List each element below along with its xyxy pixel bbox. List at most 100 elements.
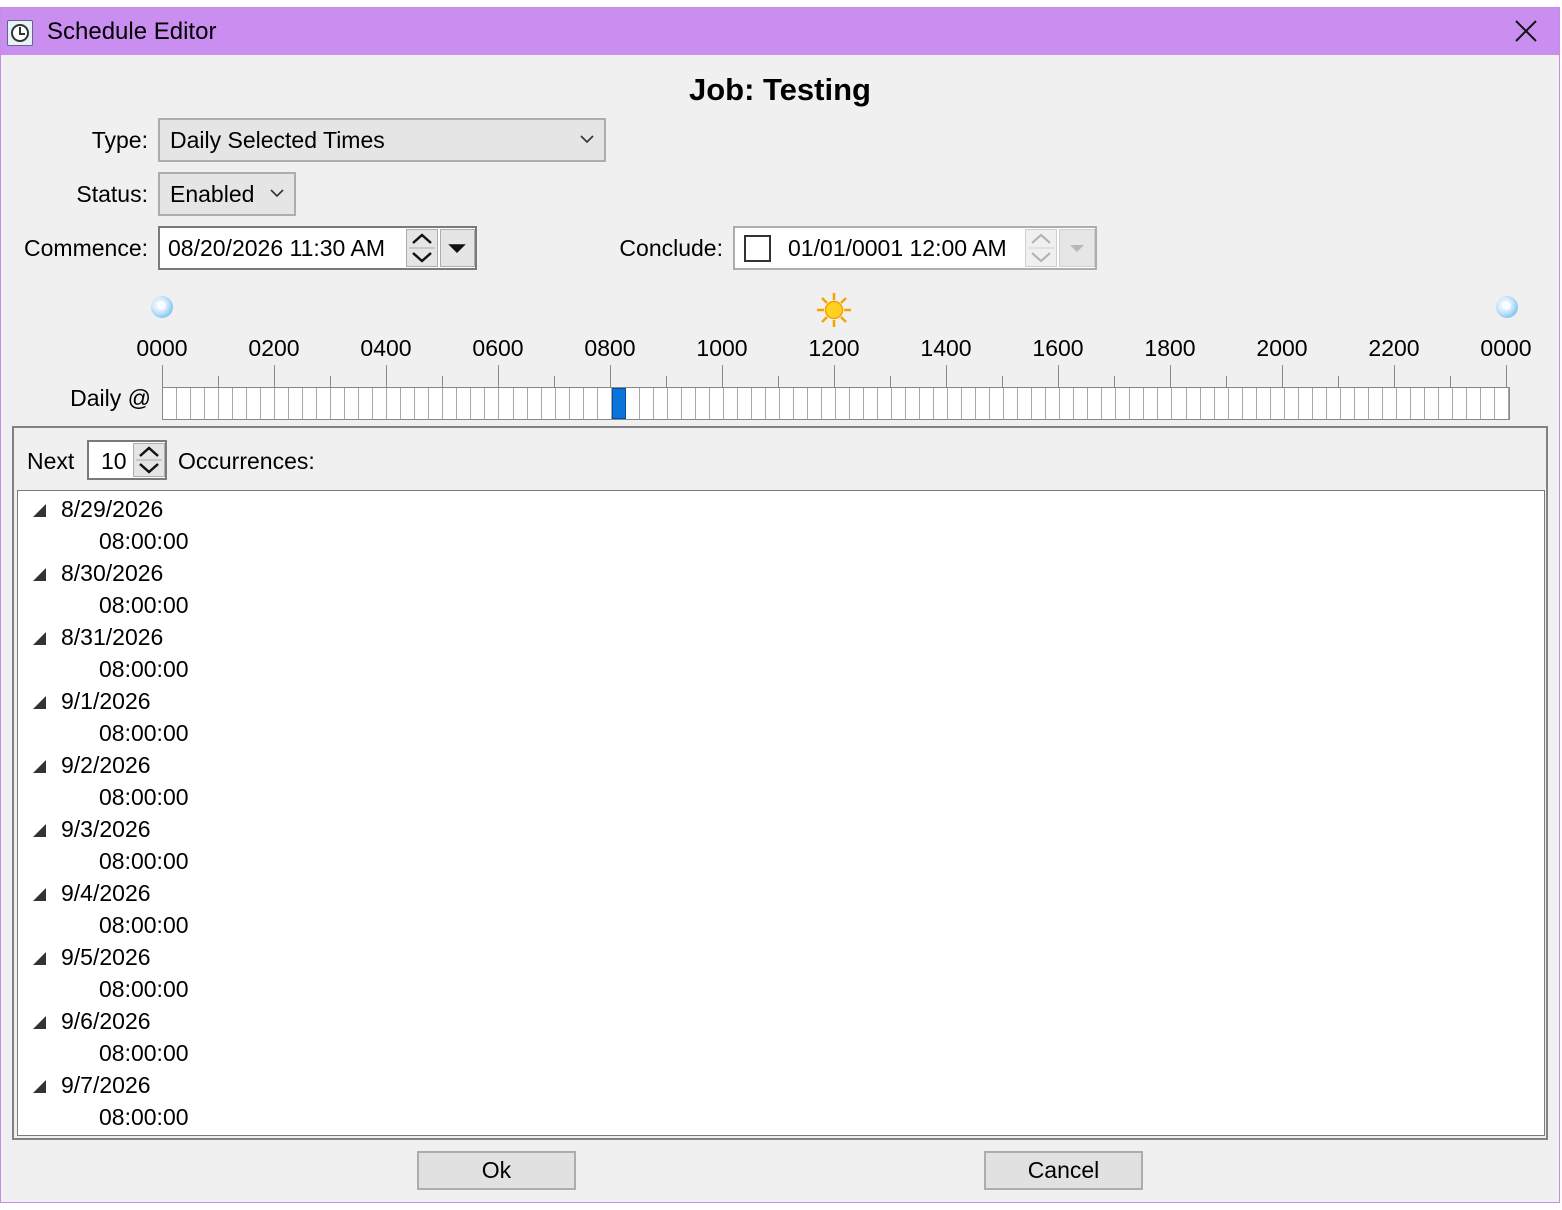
occurrence-date[interactable]: 9/4/2026 xyxy=(61,880,151,907)
time-slot[interactable] xyxy=(275,388,290,419)
time-slot[interactable] xyxy=(387,388,402,419)
conclude-spinner[interactable] xyxy=(1025,229,1057,267)
time-slot[interactable] xyxy=(261,388,276,419)
time-slot[interactable] xyxy=(415,388,430,419)
time-slot[interactable] xyxy=(1439,388,1453,419)
expand-triangle-icon[interactable] xyxy=(33,760,46,773)
time-slot[interactable] xyxy=(1215,388,1229,419)
occurrence-time[interactable]: 08:00:00 xyxy=(99,1040,189,1067)
time-slot[interactable] xyxy=(850,388,865,419)
time-slot[interactable] xyxy=(1495,388,1509,419)
expand-triangle-icon[interactable] xyxy=(33,888,46,901)
time-slot[interactable] xyxy=(443,388,458,419)
time-slot[interactable] xyxy=(163,388,178,419)
time-slot[interactable] xyxy=(808,388,822,419)
time-slot[interactable] xyxy=(1130,388,1145,419)
time-slot[interactable] xyxy=(485,388,500,419)
commence-spinner[interactable] xyxy=(406,229,438,267)
occurrence-time[interactable]: 08:00:00 xyxy=(99,912,189,939)
time-slot[interactable] xyxy=(247,388,262,419)
time-slot[interactable] xyxy=(401,388,416,419)
time-slot[interactable] xyxy=(976,388,991,419)
time-slot[interactable] xyxy=(1313,388,1327,419)
occurrence-date[interactable]: 8/29/2026 xyxy=(61,496,163,523)
expand-triangle-icon[interactable] xyxy=(33,1080,46,1093)
commence-datetime-picker[interactable]: 08/20/2026 11:30 AM xyxy=(158,226,477,270)
time-slot[interactable] xyxy=(1453,388,1467,419)
time-slot[interactable] xyxy=(1341,388,1355,419)
time-slot[interactable] xyxy=(822,388,836,419)
title-bar[interactable]: Schedule Editor xyxy=(1,8,1559,55)
time-slot[interactable] xyxy=(738,388,752,419)
close-button[interactable] xyxy=(1501,8,1551,55)
time-slot-selected[interactable] xyxy=(611,388,626,419)
time-slot[interactable] xyxy=(457,388,472,419)
time-slot[interactable] xyxy=(878,388,893,419)
time-slot[interactable] xyxy=(289,388,304,419)
time-slot[interactable] xyxy=(682,388,696,419)
time-slot[interactable] xyxy=(1397,388,1411,419)
occurrence-date[interactable]: 9/5/2026 xyxy=(61,944,151,971)
time-slot[interactable] xyxy=(500,388,514,419)
time-slot[interactable] xyxy=(570,388,584,419)
commence-value[interactable]: 08/20/2026 11:30 AM xyxy=(168,235,385,262)
time-slot[interactable] xyxy=(626,388,640,419)
expand-triangle-icon[interactable] xyxy=(33,568,46,581)
occurrence-count-value[interactable]: 10 xyxy=(101,448,127,475)
expand-triangle-icon[interactable] xyxy=(33,696,46,709)
occurrence-date[interactable]: 9/6/2026 xyxy=(61,1008,151,1035)
time-slot[interactable] xyxy=(331,388,346,419)
time-slot[interactable] xyxy=(1074,388,1089,419)
time-slot[interactable] xyxy=(990,388,1005,419)
occurrences-tree[interactable]: 8/29/2026 08:00:00 8/30/2026 08:00:00 8/31/2… xyxy=(17,490,1545,1136)
time-slot[interactable] xyxy=(1271,388,1285,419)
time-slot[interactable] xyxy=(1144,388,1159,419)
occurrence-time[interactable]: 08:00:00 xyxy=(99,1104,189,1131)
time-slot[interactable] xyxy=(1243,388,1257,419)
occurrence-date[interactable]: 9/1/2026 xyxy=(61,688,151,715)
occurrence-time[interactable]: 08:00:00 xyxy=(99,528,189,555)
time-slot[interactable] xyxy=(1481,388,1495,419)
commence-calendar-dropdown[interactable] xyxy=(440,229,475,267)
time-slot[interactable] xyxy=(1173,388,1187,419)
time-slot[interactable] xyxy=(710,388,724,419)
time-slot[interactable] xyxy=(359,388,374,419)
time-slot[interactable] xyxy=(1299,388,1313,419)
time-slot[interactable] xyxy=(598,388,612,419)
time-slot[interactable] xyxy=(1229,388,1243,419)
time-slot[interactable] xyxy=(892,388,907,419)
time-slot[interactable] xyxy=(780,388,794,419)
time-slot[interactable] xyxy=(556,388,570,419)
time-slot[interactable] xyxy=(1467,388,1481,419)
time-slot[interactable] xyxy=(1116,388,1131,419)
time-slot[interactable] xyxy=(724,388,738,419)
time-slot[interactable] xyxy=(640,388,654,419)
occurrence-time[interactable]: 08:00:00 xyxy=(99,976,189,1003)
occurrence-date[interactable]: 9/7/2026 xyxy=(61,1072,151,1099)
ok-button[interactable]: Ok xyxy=(417,1151,576,1190)
time-slot[interactable] xyxy=(1004,388,1019,419)
time-slot[interactable] xyxy=(471,388,486,419)
time-slot[interactable] xyxy=(1383,388,1397,419)
time-slot[interactable] xyxy=(836,388,851,419)
occurrence-time[interactable]: 08:00:00 xyxy=(99,720,189,747)
time-slot[interactable] xyxy=(514,388,528,419)
occurrence-time[interactable]: 08:00:00 xyxy=(99,784,189,811)
time-slot[interactable] xyxy=(528,388,542,419)
time-slot[interactable] xyxy=(345,388,360,419)
time-slot[interactable] xyxy=(752,388,766,419)
time-slot[interactable] xyxy=(584,388,598,419)
time-slot[interactable] xyxy=(1187,388,1201,419)
time-slot[interactable] xyxy=(920,388,935,419)
time-slot[interactable] xyxy=(303,388,318,419)
occurrence-date[interactable]: 8/31/2026 xyxy=(61,624,163,651)
cancel-button[interactable]: Cancel xyxy=(984,1151,1143,1190)
time-slot[interactable] xyxy=(1285,388,1299,419)
time-slot[interactable] xyxy=(962,388,977,419)
occurrence-count-spinner[interactable]: 10 xyxy=(87,440,167,480)
occurrence-time[interactable]: 08:00:00 xyxy=(99,656,189,683)
time-slot[interactable] xyxy=(906,388,921,419)
occurrence-date[interactable]: 9/2/2026 xyxy=(61,752,151,779)
count-spin-buttons[interactable] xyxy=(133,443,165,477)
time-slot[interactable] xyxy=(864,388,879,419)
